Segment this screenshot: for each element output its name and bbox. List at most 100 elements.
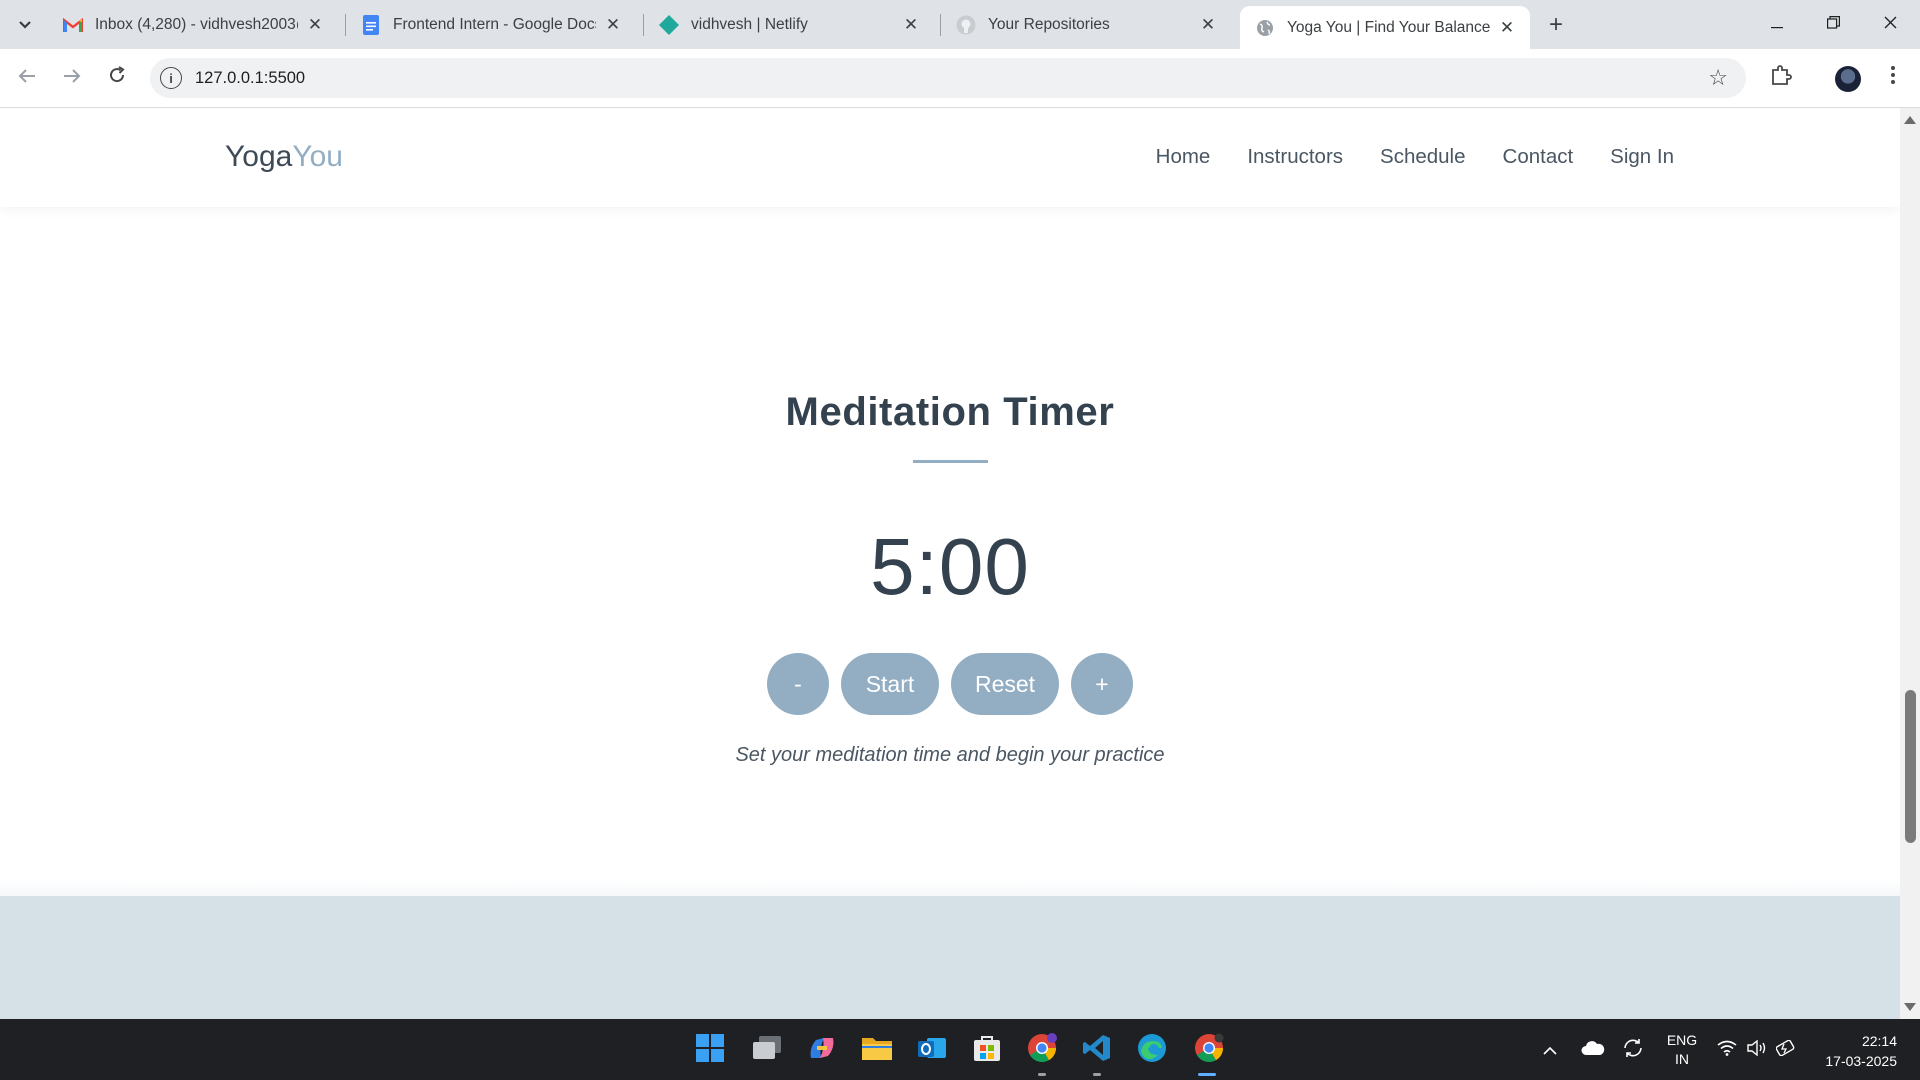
more-vert-icon xyxy=(1890,65,1896,91)
site-header: YogaYou Home Instructors Schedule Contac… xyxy=(0,108,1900,207)
network-tray-button[interactable] xyxy=(1717,1019,1737,1080)
gmail-icon xyxy=(63,15,83,35)
menu-button[interactable] xyxy=(1875,61,1911,95)
close-icon[interactable]: ✕ xyxy=(1498,18,1516,37)
browser-toolbar: i 127.0.0.1:5500 ☆ xyxy=(0,49,1920,108)
nav-contact[interactable]: Contact xyxy=(1503,145,1574,169)
nav-home[interactable]: Home xyxy=(1156,145,1211,169)
timer-display: 5:00 xyxy=(870,522,1030,611)
sync-tray-button[interactable] xyxy=(1622,1019,1644,1080)
tab-github[interactable]: Your Repositories ✕ xyxy=(941,6,1231,44)
chevron-down-icon xyxy=(18,17,32,33)
close-icon xyxy=(1884,16,1897,34)
chevron-up-icon xyxy=(1543,1042,1557,1058)
new-tab-button[interactable]: + xyxy=(1540,11,1572,39)
language-indicator[interactable]: ENG IN xyxy=(1664,1019,1700,1080)
minimize-button[interactable] xyxy=(1749,0,1805,49)
start-button[interactable] xyxy=(692,1032,728,1068)
nav-schedule[interactable]: Schedule xyxy=(1380,145,1465,169)
close-icon[interactable]: ✕ xyxy=(902,15,920,34)
extensions-button[interactable] xyxy=(1763,61,1799,95)
onedrive-tray-button[interactable] xyxy=(1581,1019,1605,1080)
restore-icon xyxy=(1826,15,1840,34)
tab-title: Your Repositories xyxy=(988,16,1110,33)
timer-instructions: Set your meditation time and begin your … xyxy=(735,744,1165,766)
copilot-icon xyxy=(807,1034,837,1067)
close-icon[interactable]: ✕ xyxy=(604,15,622,34)
clock-date: 17-03-2025 xyxy=(1825,1053,1897,1069)
section-divider xyxy=(0,878,1900,896)
site-info-icon[interactable]: i xyxy=(160,67,182,89)
app-running-indicator xyxy=(1093,1073,1101,1076)
title-divider xyxy=(913,460,988,463)
bookmark-star-icon[interactable]: ☆ xyxy=(1708,65,1728,91)
reload-button[interactable] xyxy=(99,61,135,95)
show-hidden-icons-button[interactable] xyxy=(1543,1019,1557,1080)
file-explorer-icon xyxy=(861,1035,893,1066)
system-clock[interactable]: 22:14 17-03-2025 xyxy=(1825,1031,1897,1071)
plus-icon: + xyxy=(1548,11,1563,38)
tab-title: Inbox (4,280) - vidhvesh2003@ xyxy=(95,16,298,33)
windows-taskbar: ENG IN 22:14 17-03-2025 xyxy=(0,1019,1920,1080)
close-window-button[interactable] xyxy=(1862,0,1918,49)
vscode-icon xyxy=(1082,1033,1112,1068)
scrollbar-thumb[interactable] xyxy=(1905,690,1916,843)
forward-button[interactable] xyxy=(54,61,90,95)
battery-icon xyxy=(1775,1039,1798,1059)
puzzle-icon xyxy=(1770,64,1792,92)
nav-instructors[interactable]: Instructors xyxy=(1247,145,1343,169)
site-nav: Home Instructors Schedule Contact Sign I… xyxy=(1156,145,1674,169)
outlook-button[interactable] xyxy=(914,1032,950,1068)
tab-search-button[interactable] xyxy=(10,11,40,39)
tab-title: Frontend Intern - Google Docs xyxy=(393,16,596,33)
minimize-icon xyxy=(1771,16,1783,34)
volume-tray-button[interactable] xyxy=(1747,1019,1767,1080)
vscode-button[interactable] xyxy=(1079,1032,1115,1076)
close-icon[interactable]: ✕ xyxy=(306,15,324,34)
wifi-icon xyxy=(1717,1040,1737,1059)
store-icon xyxy=(972,1034,1002,1067)
next-section-band xyxy=(0,896,1900,1019)
cloud-icon xyxy=(1581,1040,1605,1059)
task-view-button[interactable] xyxy=(749,1032,785,1068)
battery-tray-button[interactable] xyxy=(1775,1019,1798,1080)
reset-button[interactable]: Reset xyxy=(951,653,1059,715)
copilot-button[interactable] xyxy=(804,1032,840,1068)
volume-icon xyxy=(1747,1039,1767,1059)
start-button[interactable]: Start xyxy=(841,653,939,715)
restore-button[interactable] xyxy=(1805,0,1861,49)
nav-sign-in[interactable]: Sign In xyxy=(1610,145,1674,169)
decrease-time-button[interactable]: - xyxy=(767,653,829,715)
file-explorer-button[interactable] xyxy=(859,1032,895,1068)
avatar[interactable] xyxy=(1835,66,1861,92)
url-text: 127.0.0.1:5500 xyxy=(195,68,306,87)
edge-icon xyxy=(1137,1033,1167,1068)
chrome-icon xyxy=(1194,1033,1224,1068)
tab-netlify[interactable]: vidhvesh | Netlify ✕ xyxy=(644,6,934,44)
address-bar[interactable]: i 127.0.0.1:5500 ☆ xyxy=(150,58,1746,98)
google-docs-icon xyxy=(361,15,381,35)
tab-yoga-you[interactable]: Yoga You | Find Your Balance ✕ xyxy=(1240,6,1530,49)
site-logo[interactable]: YogaYou xyxy=(225,140,343,174)
increase-time-button[interactable]: + xyxy=(1071,653,1133,715)
github-icon xyxy=(956,15,976,35)
close-icon[interactable]: ✕ xyxy=(1199,15,1217,34)
arrow-right-icon xyxy=(63,67,81,90)
scroll-down-icon[interactable] xyxy=(1904,1003,1916,1011)
reload-icon xyxy=(108,66,126,90)
edge-button[interactable] xyxy=(1134,1032,1170,1068)
back-button[interactable] xyxy=(9,61,45,95)
app-active-indicator xyxy=(1198,1073,1216,1076)
page-scrollbar[interactable] xyxy=(1900,108,1920,1019)
chrome-button[interactable] xyxy=(1189,1032,1229,1076)
timer-controls: - Start Reset + xyxy=(0,653,1900,715)
globe-icon xyxy=(1255,18,1275,38)
scroll-up-icon[interactable] xyxy=(1904,116,1916,124)
tab-title: Yoga You | Find Your Balance xyxy=(1287,18,1490,36)
tab-gmail[interactable]: Inbox (4,280) - vidhvesh2003@ ✕ xyxy=(48,6,338,44)
microsoft-store-button[interactable] xyxy=(969,1032,1005,1068)
sync-icon xyxy=(1622,1037,1644,1062)
tab-google-docs[interactable]: Frontend Intern - Google Docs ✕ xyxy=(346,6,636,44)
chrome-profile-button[interactable] xyxy=(1024,1032,1060,1076)
logo-text-yoga: Yoga xyxy=(225,140,293,173)
